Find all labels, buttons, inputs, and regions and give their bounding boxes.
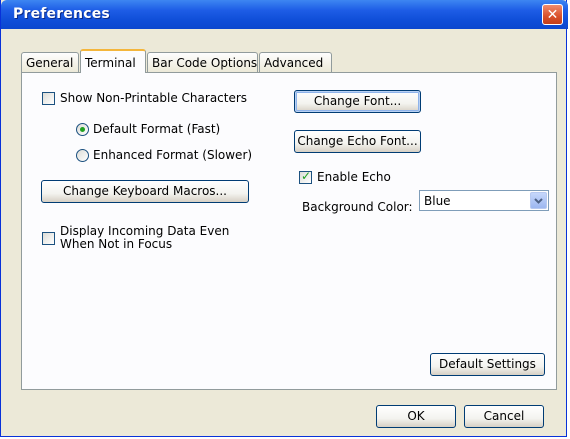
tab-terminal[interactable]: Terminal [80, 49, 146, 73]
enable-echo-label: Enable Echo [317, 170, 391, 184]
change-font-button[interactable]: Change Font... [294, 90, 421, 113]
title-bar[interactable]: Preferences ✕ [1, 0, 568, 29]
tab-general[interactable]: General [21, 52, 79, 72]
chevron-down-icon[interactable] [530, 192, 547, 209]
display-incoming-label-line1: Display Incoming Data Even [60, 224, 230, 238]
tab-bar-code-options[interactable]: Bar Code Options [147, 52, 258, 72]
ok-button[interactable]: OK [376, 405, 456, 428]
display-incoming-checkbox[interactable] [42, 232, 55, 245]
window-title: Preferences [13, 6, 110, 22]
checkmark-icon: ✓ [301, 169, 312, 183]
preferences-window: Preferences ✕ General Terminal Bar Code … [0, 0, 568, 437]
background-color-label: Background Color: [302, 200, 413, 214]
default-format-label: Default Format (Fast) [93, 122, 221, 136]
enhanced-format-label: Enhanced Format (Slower) [93, 148, 253, 162]
enable-echo-checkbox[interactable]: ✓ [299, 169, 312, 184]
terminal-panel: Show Non-Printable Characters Default Fo… [21, 72, 557, 390]
default-format-radio[interactable] [76, 123, 89, 136]
tab-advanced[interactable]: Advanced [259, 52, 332, 72]
display-incoming-label-line2: When Not in Focus [60, 237, 173, 251]
close-icon: ✕ [546, 6, 559, 23]
show-nonprintable-checkbox[interactable] [42, 92, 55, 105]
enhanced-format-radio[interactable] [76, 149, 89, 162]
show-nonprintable-label: Show Non-Printable Characters [60, 91, 248, 105]
cancel-button[interactable]: Cancel [464, 405, 544, 428]
change-keyboard-macros-button[interactable]: Change Keyboard Macros... [41, 180, 249, 203]
default-settings-button[interactable]: Default Settings [430, 353, 545, 376]
background-color-value: Blue [424, 194, 451, 208]
change-echo-font-button[interactable]: Change Echo Font... [294, 130, 421, 153]
close-button[interactable]: ✕ [542, 4, 563, 25]
background-color-select[interactable]: Blue [419, 190, 549, 211]
